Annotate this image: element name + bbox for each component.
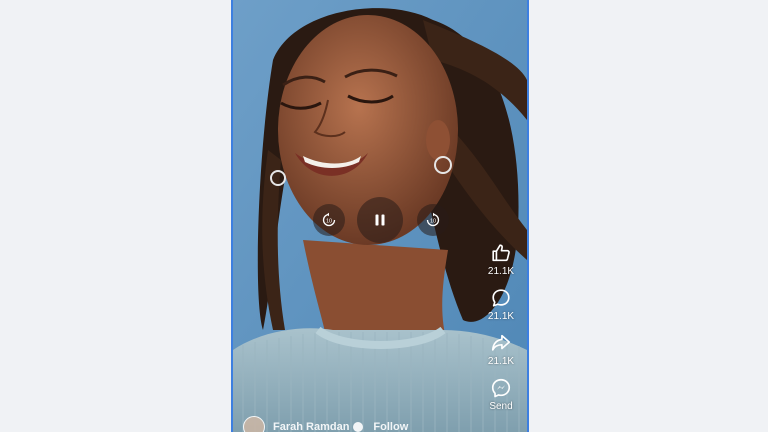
pause-icon [375, 214, 385, 226]
skip-forward-label: 10 [430, 218, 436, 224]
skip-back-button[interactable]: 10 [313, 204, 345, 236]
messenger-icon [491, 378, 511, 398]
comment-count: 21.1K [487, 311, 515, 322]
playback-controls: 10 10 [233, 197, 527, 243]
author-name[interactable]: Farah Ramdan [273, 421, 349, 432]
like-count: 21.1K [487, 266, 515, 277]
skip-back-10-icon: 10 [322, 212, 336, 227]
like-icon [492, 244, 510, 262]
skip-forward-button[interactable]: 10 [417, 204, 449, 236]
skip-forward-10-icon: 10 [426, 212, 440, 227]
send-label: Send [489, 401, 513, 412]
send-button[interactable]: Send [489, 377, 513, 413]
skip-back-label: 10 [326, 218, 332, 224]
like-button[interactable]: 21.1K [488, 242, 514, 278]
avatar[interactable] [243, 416, 265, 432]
pause-button[interactable] [357, 197, 403, 243]
share-count: 21.1K [487, 356, 515, 367]
verified-badge-icon [353, 422, 364, 432]
comment-icon [492, 289, 510, 307]
reel-player[interactable]: 10 10 21.1K 21.1K 21.1K Send Farah Ramda… [231, 0, 529, 432]
share-button[interactable]: 21.1K [488, 332, 514, 368]
share-icon [491, 334, 511, 351]
follow-button[interactable]: Follow [373, 421, 408, 432]
comment-button[interactable]: 21.1K [488, 287, 514, 323]
action-rail: 21.1K 21.1K 21.1K Send [481, 242, 521, 422]
author-row: Farah Ramdan Follow [243, 416, 408, 432]
